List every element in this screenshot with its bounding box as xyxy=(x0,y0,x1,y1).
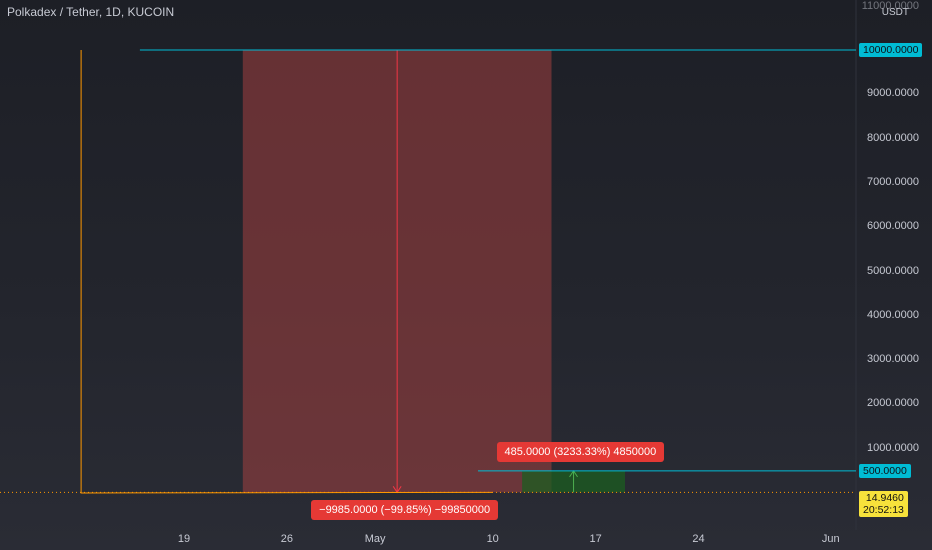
lower-level-price-tag[interactable]: 500.0000 xyxy=(859,463,911,478)
y-tick-label: 4000.0000 xyxy=(867,308,919,321)
x-tick-label: 24 xyxy=(692,533,705,545)
y-tick-label: 2000.0000 xyxy=(867,397,919,410)
bar-countdown: 20:52:13 xyxy=(863,504,904,517)
current-price-value: 14.9460 xyxy=(865,492,904,505)
y-tick-label: 7000.0000 xyxy=(867,175,919,188)
price-chart[interactable] xyxy=(0,0,932,550)
y-tick-label: 1000.0000 xyxy=(867,441,919,454)
y-tick-label-clipped: 11000.0000 xyxy=(861,0,919,12)
x-tick-label: Jun xyxy=(821,533,840,545)
x-tick-label: 19 xyxy=(177,533,191,545)
x-tick-label: 10 xyxy=(486,533,499,545)
rise-measure-label: 485.0000 (3233.33%) 4850000 xyxy=(496,441,665,462)
upper-level-price-tag[interactable]: 10000.0000 xyxy=(859,43,923,57)
drop-measure-label: −9985.0000 (−99.85%) −99850000 xyxy=(311,500,499,521)
y-tick-label: 5000.0000 xyxy=(867,264,919,277)
current-price-tag: 14.9460 20:52:13 xyxy=(859,491,908,518)
y-tick-label: 9000.0000 xyxy=(867,87,919,100)
y-tick-label: 6000.0000 xyxy=(867,220,919,233)
y-tick-label: 8000.0000 xyxy=(867,131,919,144)
x-tick-label: May xyxy=(364,533,386,545)
y-tick-label: 3000.0000 xyxy=(867,353,919,366)
x-tick-label: 17 xyxy=(589,533,602,545)
x-tick-label: 26 xyxy=(280,533,294,545)
chart-title: Polkadex / Tether, 1D, KUCOIN xyxy=(7,5,175,19)
